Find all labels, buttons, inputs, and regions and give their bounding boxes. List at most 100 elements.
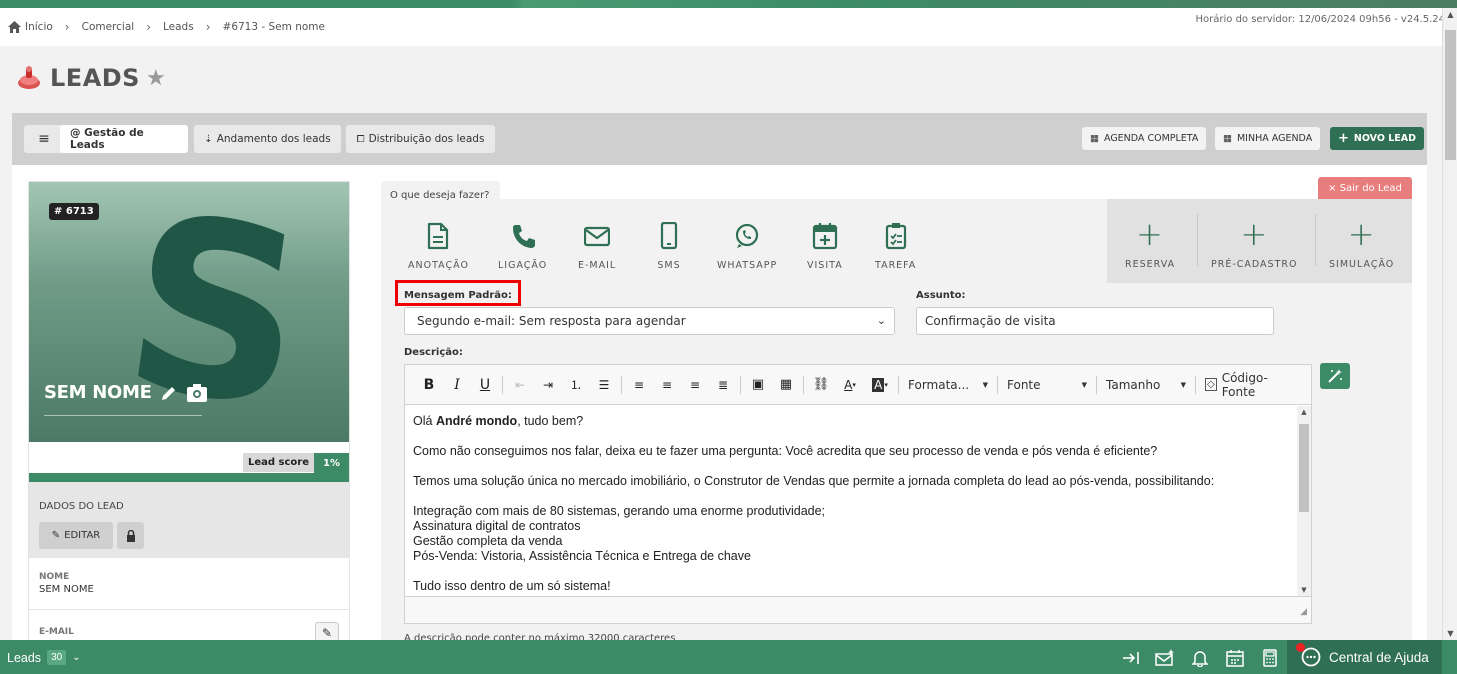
text-color-icon[interactable]: A ▾ (835, 373, 865, 397)
align-justify-icon[interactable]: ≣ (709, 373, 737, 397)
lead-name: SEM NOME (44, 382, 208, 403)
action-pre-cadastro[interactable]: + PRÉ-CADASTRO (1211, 215, 1297, 270)
size-dropdown[interactable]: Tamanho ▼ (1100, 373, 1192, 397)
lead-score-label: Lead score (242, 453, 314, 472)
scroll-up-icon[interactable]: ▲ (1297, 408, 1311, 416)
divider (1197, 214, 1198, 266)
lead-id-badge: # 6713 (49, 203, 99, 220)
scroll-up-icon[interactable]: ▲ (1443, 10, 1457, 19)
breadcrumb-leads[interactable]: Leads (163, 21, 194, 33)
action-email[interactable]: E-MAIL (578, 222, 616, 271)
subject-input[interactable]: Confirmação de visita (916, 307, 1274, 335)
scroll-down-icon[interactable]: ▼ (1443, 629, 1457, 638)
field-nome: NOME SEM NOME (39, 572, 94, 595)
template-label: Mensagem Padrão: (404, 290, 512, 301)
bullet-list-icon[interactable]: ☰ (590, 373, 618, 397)
leads-module-icon (18, 66, 40, 89)
lead-hero: S # 6713 SEM NOME (29, 182, 349, 442)
resize-handle-icon[interactable]: ◢ (1300, 607, 1307, 617)
favorite-star-icon[interactable]: ★ (146, 66, 166, 91)
bold-icon[interactable]: B (415, 373, 443, 397)
exit-lead-button[interactable]: × Sair do Lead (1318, 177, 1412, 199)
italic-icon[interactable]: I (443, 373, 471, 397)
module-switcher[interactable]: Leads 30 ⌄ (7, 650, 81, 665)
chevron-down-icon: ⌄ (72, 652, 81, 663)
background-color-icon[interactable]: A ▾ (865, 373, 895, 397)
pencil-icon[interactable] (160, 384, 178, 402)
breadcrumb-current: #6713 - Sem nome (222, 21, 325, 33)
chevron-right-icon: › (146, 20, 151, 34)
bell-icon[interactable] (1189, 648, 1211, 668)
template-select[interactable]: Segundo e-mail: Sem resposta para agenda… (404, 307, 895, 335)
sitemap-icon: ⧠ (356, 133, 365, 145)
tab-distribuicao-dos-leads[interactable]: ⧠ Distribuição dos leads (346, 125, 495, 153)
pencil-icon: ✎ (51, 530, 61, 541)
align-right-icon[interactable]: ≡ (681, 373, 709, 397)
lead-data-title: DADOS DO LEAD (39, 501, 124, 512)
action-anotacao[interactable]: ANOTAÇÃO (408, 222, 469, 271)
image-icon[interactable]: ▣ (744, 373, 772, 397)
chevron-down-icon: ⌄ (876, 314, 886, 327)
lead-count-badge: 30 (47, 650, 67, 665)
menu-button[interactable]: ≡ (24, 125, 64, 153)
breadcrumb-home[interactable]: Início (8, 21, 53, 33)
table-icon[interactable]: ▦ (772, 373, 800, 397)
link-icon[interactable]: ⛓ (807, 373, 835, 397)
tab-gestao-de-leads[interactable]: @ Gestão de Leads (60, 125, 188, 153)
sort-icon: ⇣ (204, 133, 213, 145)
toolbar-separator (997, 375, 998, 394)
tab-andamento-dos-leads[interactable]: ⇣ Andamento dos leads (194, 125, 341, 153)
action-visita[interactable]: VISITA (807, 222, 843, 271)
outdent-icon[interactable]: ⇤ (506, 373, 534, 397)
scroll-down-icon[interactable]: ▼ (1297, 586, 1311, 594)
breadcrumb-comercial[interactable]: Comercial (82, 21, 135, 33)
page-header: LEADS ★ (16, 64, 166, 92)
indent-icon[interactable]: ⇥ (534, 373, 562, 397)
page-title: LEADS (50, 64, 140, 92)
divider (29, 609, 349, 610)
editor-content[interactable]: Olá André mondo, tudo bem? Como não cons… (405, 406, 1297, 596)
scroll-thumb[interactable] (1445, 30, 1456, 160)
lead-score: Lead score 1% (29, 452, 349, 482)
format-dropdown[interactable]: Formata... ▼ (902, 373, 994, 397)
calendar-icon[interactable] (1224, 648, 1246, 668)
action-sms[interactable]: SMS (656, 222, 682, 271)
clipboard-check-icon (885, 223, 906, 250)
align-center-icon[interactable]: ≡ (653, 373, 681, 397)
logout-arrow-icon[interactable] (1120, 648, 1142, 668)
editor-scrollbar[interactable]: ▲ ▼ (1297, 406, 1311, 596)
lock-icon (126, 529, 135, 542)
toolbar-separator (1096, 375, 1097, 394)
action-tarefa[interactable]: TAREFA (875, 222, 916, 271)
lead-data-section: DADOS DO LEAD ✎ EDITAR (29, 482, 349, 558)
page-scrollbar[interactable]: ▲ ▼ (1442, 8, 1457, 640)
scroll-thumb[interactable] (1299, 424, 1309, 512)
paragraph: Tudo isso dentro de um só sistema! (413, 579, 611, 593)
plus-icon: + (1240, 215, 1269, 253)
help-center-button[interactable]: Central de Ajuda (1287, 640, 1442, 674)
lock-button[interactable] (117, 522, 144, 549)
lead-card: S # 6713 SEM NOME Lead score 1% DADOS DO… (28, 181, 350, 644)
action-simulacao[interactable]: + SIMULAÇÃO (1329, 218, 1394, 270)
minha-agenda-button[interactable]: ▦ MINHA AGENDA (1215, 127, 1321, 150)
chevron-right-icon: › (64, 20, 70, 34)
align-left-icon[interactable]: ≡ (625, 373, 653, 397)
action-ligacao[interactable]: LIGAÇÃO (498, 222, 547, 271)
name-underline (44, 415, 202, 416)
pencil-icon: ✎ (321, 626, 333, 640)
action-reserva[interactable]: + RESERVA (1125, 218, 1175, 270)
calculator-icon[interactable] (1259, 648, 1281, 668)
magic-wand-button[interactable] (1320, 363, 1350, 389)
agenda-completa-button[interactable]: ▦ AGENDA COMPLETA (1082, 127, 1207, 150)
list-item: Assinatura digital de contratos (413, 519, 581, 533)
novo-lead-button[interactable]: + NOVO LEAD (1330, 127, 1425, 150)
edit-lead-button[interactable]: ✎ EDITAR (39, 522, 113, 549)
numbered-list-icon[interactable]: ⒈ (562, 373, 590, 397)
camera-icon[interactable] (186, 383, 208, 403)
calendar-icon: ▦ (1223, 133, 1232, 144)
underline-icon[interactable]: U (471, 373, 499, 397)
action-whatsapp[interactable]: WHATSAPP (717, 222, 777, 271)
source-code-button[interactable]: ◇ Código-Fonte (1199, 371, 1299, 399)
mail-star-icon[interactable] (1154, 648, 1176, 668)
font-dropdown[interactable]: Fonte ▼ (1001, 373, 1093, 397)
